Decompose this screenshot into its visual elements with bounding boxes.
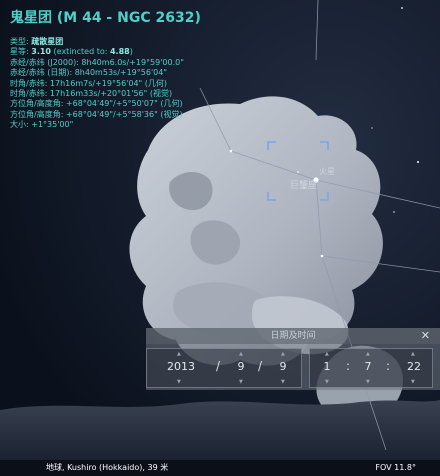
day-up-arrow-icon[interactable]: ▲ bbox=[281, 351, 285, 357]
month-down-arrow-icon[interactable]: ▼ bbox=[239, 379, 243, 385]
magnitude-label: 星等: bbox=[10, 47, 32, 57]
location-text: 地球, Kushiro (Hokkaido), 39 米 bbox=[46, 463, 169, 472]
close-icon[interactable]: ✕ bbox=[421, 328, 430, 344]
time-separator: : bbox=[346, 359, 351, 373]
magnitude-value: 3.10 bbox=[31, 47, 51, 57]
type-label: 类型: bbox=[10, 37, 32, 46]
hour-up-arrow-icon[interactable]: ▲ bbox=[325, 351, 329, 357]
time-box: ▲ ▼ 1 : ▲ ▼ 7 : ▲ ▼ 22 bbox=[309, 348, 433, 388]
date-separator: / bbox=[216, 359, 221, 373]
time-separator: : bbox=[386, 359, 391, 373]
year-up-arrow-icon[interactable]: ▲ bbox=[177, 351, 181, 357]
hour-field[interactable]: 1 bbox=[317, 360, 337, 373]
date-box: ▲ ▼ 2013 / ▲ ▼ 9 / ▲ ▼ 9 bbox=[146, 348, 302, 388]
object-info-panel: 鬼星团 (M 44 - NGC 2632) 类型: 疏散星团 星等: 3.10 … bbox=[10, 8, 201, 131]
horizon-ground bbox=[0, 400, 440, 460]
info-line-size: 大小: +1°35'00" bbox=[10, 120, 74, 130]
day-down-arrow-icon[interactable]: ▼ bbox=[281, 379, 285, 385]
dialog-title: 日期及时间 bbox=[270, 331, 316, 341]
year-down-arrow-icon[interactable]: ▼ bbox=[177, 379, 181, 385]
extincted-value: 4.88 bbox=[109, 47, 130, 57]
month-up-arrow-icon[interactable]: ▲ bbox=[239, 351, 243, 357]
info-line-azalt-apparent: 方位角/高度角: +68°04'49"/+5°58'36" (视觉) bbox=[10, 109, 183, 119]
second-field[interactable]: 22 bbox=[402, 360, 426, 373]
year-field[interactable]: 2013 bbox=[161, 360, 201, 373]
second-down-arrow-icon[interactable]: ▼ bbox=[411, 379, 415, 385]
second-up-arrow-icon[interactable]: ▲ bbox=[411, 351, 415, 357]
minute-down-arrow-icon[interactable]: ▼ bbox=[366, 379, 370, 385]
status-bar: 地球, Kushiro (Hokkaido), 39 米 FOV 11.8° bbox=[0, 460, 440, 476]
mars-label: 火星 bbox=[319, 167, 335, 176]
day-field[interactable]: 9 bbox=[273, 360, 293, 373]
object-magnitude-line: 星等: 3.10 (extincted to: 4.88) bbox=[10, 47, 201, 57]
extincted-text: (extincted to: bbox=[51, 47, 110, 57]
minute-up-arrow-icon[interactable]: ▲ bbox=[366, 351, 370, 357]
info-line-radec-j2000: 赤经/赤纬 (J2000): 8h40m6.0s/+19°59'00.0" bbox=[10, 57, 184, 67]
info-line-radec-date: 赤经/赤纬 (日期): 8h40m53s/+19°56'04" bbox=[10, 68, 168, 78]
object-type-line: 类型: 疏散星团 bbox=[10, 37, 201, 47]
extincted-end: ) bbox=[129, 47, 133, 57]
month-field[interactable]: 9 bbox=[231, 360, 251, 373]
fov-text: FOV 11.8° bbox=[375, 463, 416, 472]
date-time-dialog: 日期及时间 ✕ ▲ ▼ 2013 / ▲ ▼ 9 / ▲ ▼ 9 ▲ ▼ 1 :… bbox=[146, 328, 440, 390]
info-line-hadec-apparent: 时角/赤纬: 17h16m33s/+20°01'56" (视觉) bbox=[10, 89, 173, 99]
cancer-label: 巨蟹座 bbox=[290, 181, 318, 191]
info-line-hadec-geometric: 时角/赤纬: 17h16m7s/+19°56'04" (几何) bbox=[10, 78, 168, 88]
info-line-azalt-geometric: 方位角/高度角: +68°04'49"/+5°50'07" (几何) bbox=[10, 99, 183, 109]
dialog-header[interactable]: 日期及时间 ✕ bbox=[146, 328, 440, 344]
hour-down-arrow-icon[interactable]: ▼ bbox=[325, 379, 329, 385]
object-title: 鬼星团 (M 44 - NGC 2632) bbox=[10, 10, 201, 26]
minute-field[interactable]: 7 bbox=[358, 360, 378, 373]
type-value: 疏散星团 bbox=[31, 37, 64, 46]
date-separator: / bbox=[258, 359, 263, 373]
